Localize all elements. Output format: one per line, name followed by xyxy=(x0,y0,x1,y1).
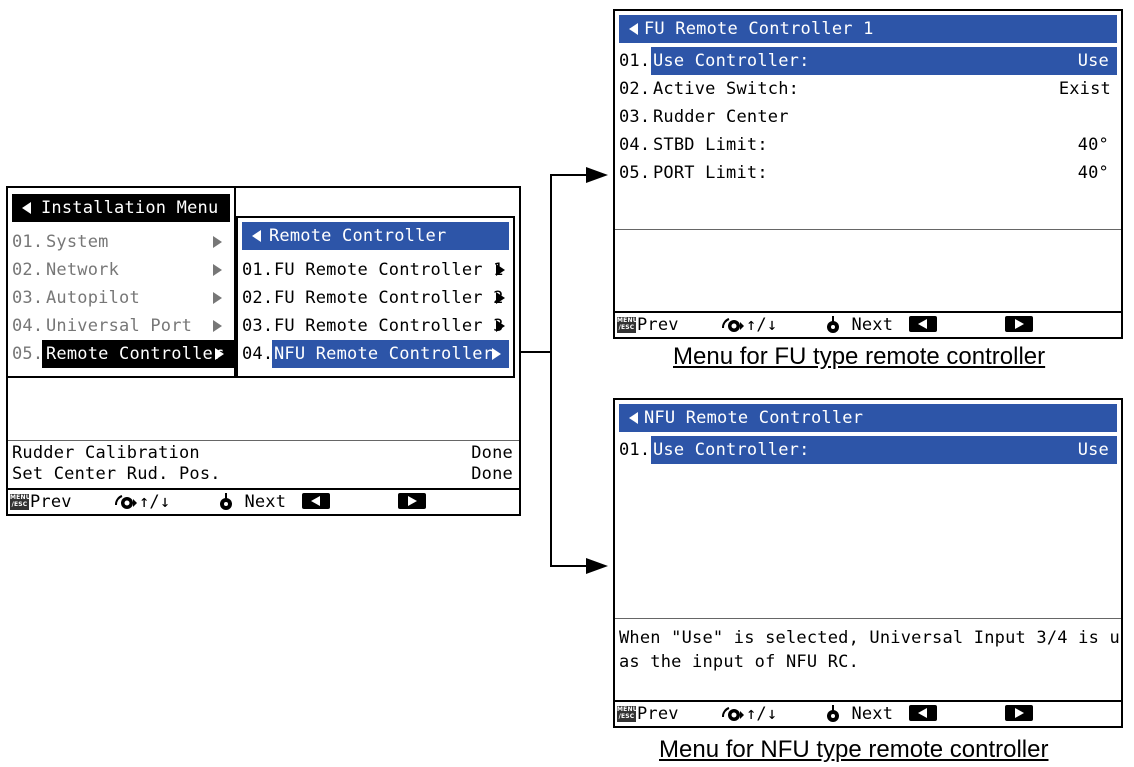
arrow-head-icon xyxy=(586,167,608,183)
scroll-dial-icon xyxy=(722,318,744,332)
knob-push-icon xyxy=(827,316,839,333)
setting-active-switch[interactable]: 02. Active Switch: Exist xyxy=(615,75,1121,103)
nfu-screen-title: NFU Remote Controller xyxy=(644,408,864,428)
submenu-item-fu-3[interactable]: 03. FU Remote Controller 3 xyxy=(238,312,513,340)
setting-rudder-center[interactable]: 03. Rudder Center xyxy=(615,103,1121,131)
installation-menu-header[interactable]: Installation Menu xyxy=(12,194,230,222)
remote-controller-title: Remote Controller xyxy=(269,226,447,246)
setting-use-controller[interactable]: 01. Use Controller: Use xyxy=(615,436,1121,464)
nfu-screen-header[interactable]: NFU Remote Controller xyxy=(619,404,1117,432)
menu-item-universal-port[interactable]: 04. Universal Port xyxy=(8,312,234,340)
left-arrow-key-icon[interactable] xyxy=(302,493,330,509)
setting-port-limit[interactable]: 05. PORT Limit: 40° xyxy=(615,159,1121,187)
installation-screen: Installation Menu 01. System 02. Network… xyxy=(6,186,521,516)
prev-label: Prev xyxy=(637,315,679,335)
fu-screen-title: FU Remote Controller 1 xyxy=(644,19,874,39)
submenu-item-nfu[interactable]: 04. NFU Remote Controller xyxy=(238,340,513,368)
chevron-right-icon xyxy=(213,264,222,276)
chevron-right-icon xyxy=(496,264,505,276)
left-arrow-key-icon[interactable] xyxy=(909,705,937,721)
updown-label: ↑/↓ xyxy=(139,492,171,512)
help-text-line-2: as the input of NFU RC. xyxy=(619,652,860,672)
status-row-rudder-calibration: Rudder Calibration Done xyxy=(12,443,513,463)
fu-menu-caption: Menu for FU type remote controller xyxy=(673,343,1046,370)
left-arrow-key-icon[interactable] xyxy=(909,316,937,332)
fu-screen-header[interactable]: FU Remote Controller 1 xyxy=(619,15,1117,43)
connector-vertical xyxy=(550,174,552,566)
back-arrow-icon xyxy=(629,412,638,424)
updown-label: ↑/↓ xyxy=(746,315,778,335)
back-arrow-icon xyxy=(22,202,31,214)
chevron-right-icon xyxy=(213,320,222,332)
next-label: Next xyxy=(851,704,894,724)
setting-use-controller[interactable]: 01. Use Controller: Use xyxy=(615,47,1121,75)
remote-controller-header[interactable]: Remote Controller xyxy=(242,222,509,250)
updown-label: ↑/↓ xyxy=(746,704,778,724)
nfu-remote-controller-screen: NFU Remote Controller 01. Use Controller… xyxy=(613,398,1123,728)
chevron-right-icon xyxy=(215,348,224,360)
chevron-right-icon xyxy=(496,320,505,332)
chevron-right-icon xyxy=(496,292,505,304)
menu-item-remote-controller[interactable]: 05. Remote Controller xyxy=(8,340,246,368)
status-row-set-center: Set Center Rud. Pos. Done xyxy=(12,464,513,484)
chevron-right-icon xyxy=(213,236,222,248)
right-arrow-key-icon[interactable] xyxy=(398,493,426,509)
footer-bar: MENU/ESC Prev ↑/↓ Next xyxy=(615,700,1121,726)
fu-remote-controller-screen: FU Remote Controller 1 01. Use Controlle… xyxy=(613,9,1123,339)
menu-item-network[interactable]: 02. Network xyxy=(8,256,234,284)
footer-bar: MENU/ESC Prev ↑/↓ Next xyxy=(615,311,1121,337)
submenu-item-fu-1[interactable]: 01. FU Remote Controller 1 xyxy=(238,256,513,284)
menu-esc-key-icon: MENU/ESC xyxy=(617,706,638,722)
right-arrow-key-icon[interactable] xyxy=(1005,316,1033,332)
menu-item-system[interactable]: 01. System xyxy=(8,228,234,256)
installation-menu-title: Installation Menu xyxy=(41,198,219,218)
right-arrow-key-icon[interactable] xyxy=(1005,705,1033,721)
back-arrow-icon xyxy=(252,230,261,242)
menu-item-autopilot[interactable]: 03. Autopilot xyxy=(8,284,234,312)
knob-push-icon xyxy=(827,705,839,722)
connector-bottom-branch xyxy=(550,565,590,567)
prev-label: Prev xyxy=(637,704,679,724)
next-label: Next xyxy=(851,315,894,335)
installation-menu-panel: Installation Menu 01. System 02. Network… xyxy=(8,188,246,378)
divider xyxy=(615,618,1121,619)
chevron-right-icon xyxy=(213,292,222,304)
remote-controller-submenu: Remote Controller 01. FU Remote Controll… xyxy=(236,216,515,378)
next-label: Next xyxy=(244,492,287,512)
knob-push-icon xyxy=(220,493,232,510)
submenu-item-fu-2[interactable]: 02. FU Remote Controller 2 xyxy=(238,284,513,312)
connector-top-branch xyxy=(550,174,590,176)
scroll-dial-icon xyxy=(722,707,744,721)
scroll-dial-icon xyxy=(115,495,137,509)
arrow-head-icon xyxy=(586,558,608,574)
help-text-line-1: When "Use" is selected, Universal Input … xyxy=(619,628,1123,648)
connector-horizontal xyxy=(521,351,552,353)
menu-esc-key-icon: MENU/ESC xyxy=(617,317,638,333)
footer-bar: MENU/ESC Prev ↑/↓ Next xyxy=(8,488,519,514)
setting-stbd-limit[interactable]: 04. STBD Limit: 40° xyxy=(615,131,1121,159)
nfu-menu-caption: Menu for NFU type remote controller xyxy=(659,736,1049,763)
menu-esc-key-icon: MENU/ESC xyxy=(10,494,31,510)
prev-label: Prev xyxy=(30,492,72,512)
back-arrow-icon xyxy=(629,23,638,35)
divider xyxy=(615,229,1121,230)
chevron-right-icon xyxy=(492,348,501,360)
